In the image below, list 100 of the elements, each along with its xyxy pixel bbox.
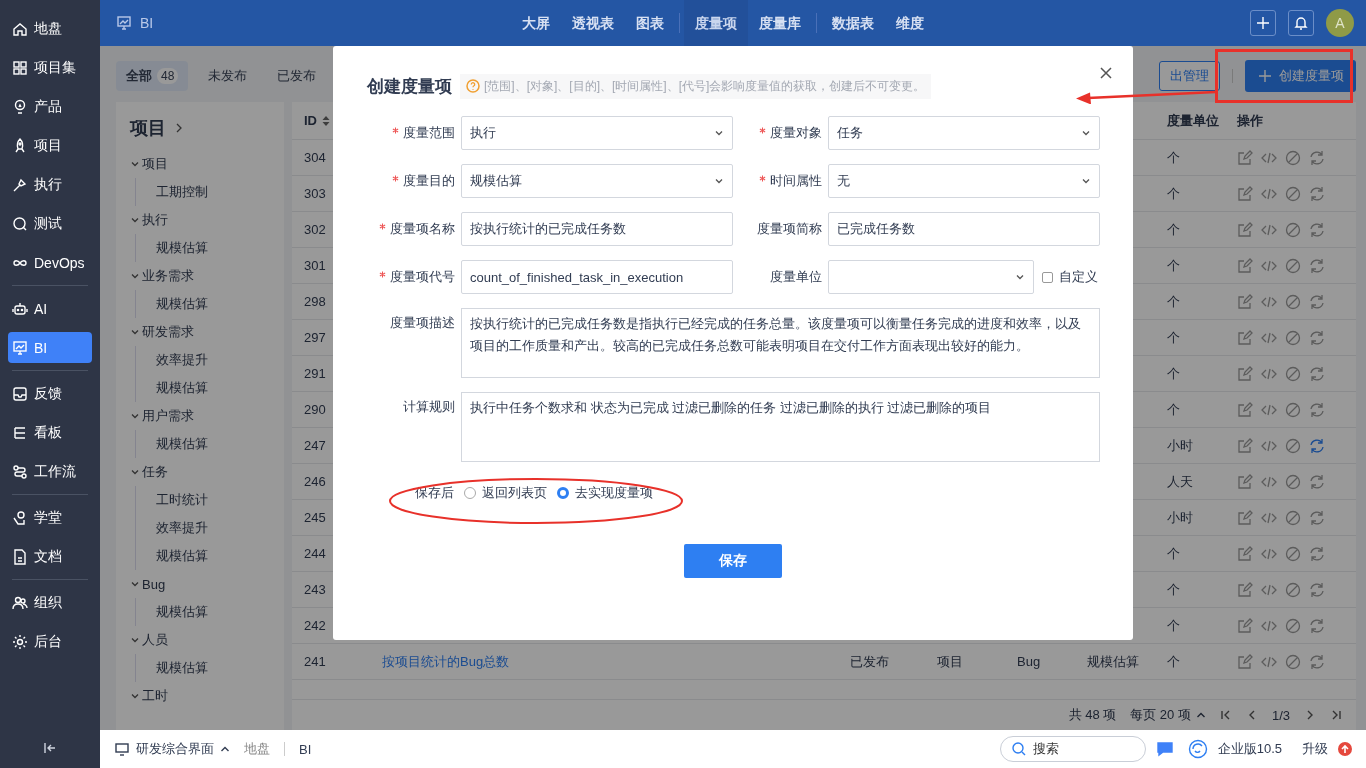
tree-item[interactable]: 规模估算 — [156, 374, 284, 402]
tree-group[interactable]: 研发需求 — [130, 318, 284, 346]
nav-item[interactable]: 后台 — [8, 626, 92, 657]
filter-tab[interactable]: 未发布 — [198, 61, 258, 91]
select-field[interactable] — [828, 260, 1034, 294]
caret-icon[interactable] — [130, 467, 140, 477]
edit-icon[interactable] — [1237, 545, 1253, 562]
monitor-icon[interactable] — [114, 741, 130, 757]
disable-icon[interactable] — [1285, 221, 1301, 238]
caret-icon[interactable] — [130, 579, 140, 589]
refresh-icon[interactable] — [1309, 473, 1325, 490]
first-page-icon[interactable] — [1219, 709, 1232, 721]
tree-group[interactable]: 业务需求 — [130, 262, 284, 290]
tree-item[interactable]: 工时统计 — [156, 486, 284, 514]
refresh-icon[interactable] — [1309, 509, 1325, 526]
tree-group[interactable]: Bug — [130, 570, 284, 598]
nav-item[interactable]: 测试 — [8, 208, 92, 239]
exit-manage-button[interactable]: 出管理 — [1159, 61, 1220, 91]
input-field[interactable]: 按执行统计的已完成任务数 — [461, 212, 733, 246]
breadcrumb-item[interactable]: 地盘 — [244, 740, 270, 758]
plus-icon[interactable] — [1255, 15, 1271, 31]
edit-icon[interactable] — [1237, 365, 1253, 382]
nav-item[interactable]: 看板 — [8, 417, 92, 448]
edit-icon[interactable] — [1237, 653, 1253, 670]
plus-icon[interactable] — [1257, 68, 1273, 84]
edit-icon[interactable] — [1237, 149, 1253, 166]
save-button[interactable]: 保存 — [684, 544, 782, 578]
refresh-icon[interactable] — [1309, 653, 1325, 670]
refresh-icon[interactable] — [1309, 365, 1325, 382]
nav-item[interactable]: 执行 — [8, 169, 92, 200]
checkbox[interactable] — [1042, 271, 1053, 283]
help-icon[interactable] — [466, 79, 480, 93]
edit-icon[interactable] — [1237, 401, 1253, 418]
column-header[interactable]: ID — [304, 113, 317, 128]
caret-icon[interactable] — [130, 271, 140, 281]
tree-item[interactable]: 规模估算 — [156, 430, 284, 458]
tree-group[interactable]: 项目 — [130, 150, 284, 178]
chevron-down-icon[interactable] — [1081, 128, 1091, 138]
top-nav-tab[interactable]: 图表 — [625, 0, 675, 46]
tree-group[interactable]: 人员 — [130, 626, 284, 654]
select-field[interactable]: 任务 — [828, 116, 1100, 150]
edit-icon[interactable] — [1237, 329, 1253, 346]
refresh-icon[interactable] — [1309, 437, 1325, 454]
disable-icon[interactable] — [1285, 473, 1301, 490]
create-button[interactable]: 创建度量项 — [1245, 60, 1356, 92]
select-field[interactable]: 无 — [828, 164, 1100, 198]
top-nav-tab[interactable]: 维度 — [885, 0, 935, 46]
nav-item[interactable]: 项目 — [8, 130, 92, 161]
tree-item[interactable]: 规模估算 — [156, 290, 284, 318]
chevron-down-icon[interactable] — [714, 128, 724, 138]
caret-icon[interactable] — [130, 215, 140, 225]
edit-icon[interactable] — [1237, 293, 1253, 310]
disable-icon[interactable] — [1285, 365, 1301, 382]
textarea-field[interactable]: 执行中任务个数求和 状态为已完成 过滤已删除的任务 过滤已删除的执行 过滤已删除的项目 — [461, 392, 1100, 462]
page-size-select[interactable]: 每页 20 项 — [1130, 706, 1206, 724]
nav-item[interactable]: 文档 — [8, 541, 92, 572]
nav-item[interactable]: 地盘 — [8, 13, 92, 44]
last-page-icon[interactable] — [1330, 709, 1342, 721]
refresh-icon[interactable] — [1309, 185, 1325, 202]
top-nav-tab[interactable]: 大屏 — [511, 0, 561, 46]
nav-item[interactable]: 学堂 — [8, 502, 92, 533]
disable-icon[interactable] — [1285, 545, 1301, 562]
filter-tab[interactable]: 全部 48 — [116, 61, 189, 91]
refresh-icon[interactable] — [1309, 293, 1325, 310]
tree-item[interactable]: 规模估算 — [156, 542, 284, 570]
edit-icon[interactable] — [1237, 509, 1253, 526]
select-field[interactable]: 规模估算 — [461, 164, 733, 198]
tree-group[interactable]: 用户需求 — [130, 402, 284, 430]
refresh-icon[interactable] — [1309, 545, 1325, 562]
disable-icon[interactable] — [1285, 257, 1301, 274]
tree-item[interactable]: 规模估算 — [156, 598, 284, 626]
edit-icon[interactable] — [1237, 473, 1253, 490]
disable-icon[interactable] — [1285, 401, 1301, 418]
disable-icon[interactable] — [1285, 617, 1301, 634]
caret-icon[interactable] — [130, 691, 140, 701]
select-field[interactable]: 执行 — [461, 116, 733, 150]
input-field[interactable]: count_of_finished_task_in_execution — [461, 260, 733, 294]
caret-icon[interactable] — [130, 635, 140, 645]
nav-item[interactable]: 组织 — [8, 587, 92, 618]
edit-icon[interactable] — [1237, 617, 1253, 634]
tree-group[interactable]: 执行 — [130, 206, 284, 234]
refresh-icon[interactable] — [1309, 257, 1325, 274]
tree-item[interactable]: 工期控制 — [156, 178, 284, 206]
refresh-icon[interactable] — [1309, 401, 1325, 418]
chevron-down-icon[interactable] — [1015, 272, 1025, 282]
metric-link[interactable]: 按项目统计的Bug总数 — [382, 653, 510, 669]
breadcrumb-item[interactable]: BI — [299, 741, 312, 757]
tree-item[interactable]: 规模估算 — [156, 234, 284, 262]
edit-icon[interactable] — [1237, 257, 1253, 274]
disable-icon[interactable] — [1285, 293, 1301, 310]
caret-icon[interactable] — [130, 159, 140, 169]
filter-tab[interactable]: 已发布 — [267, 61, 327, 91]
chevron-up-icon[interactable] — [220, 744, 230, 754]
bell-icon[interactable] — [1293, 15, 1309, 31]
sort-icon[interactable] — [321, 115, 331, 126]
nav-item[interactable]: BI — [8, 332, 92, 363]
chevron-down-icon[interactable] — [1081, 176, 1091, 186]
tree-item[interactable]: 效率提升 — [156, 346, 284, 374]
tree-group[interactable]: 任务 — [130, 458, 284, 486]
nav-item[interactable]: 工作流 — [8, 456, 92, 487]
